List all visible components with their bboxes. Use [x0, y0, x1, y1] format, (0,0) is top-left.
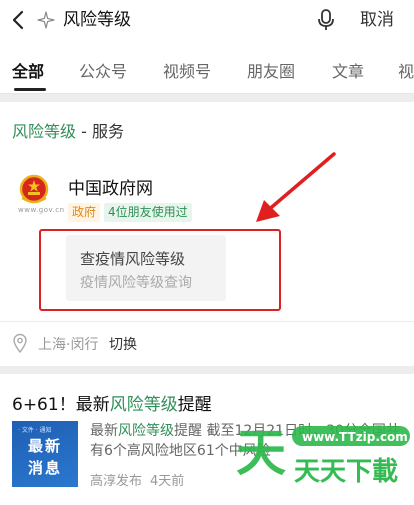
sparkle-icon: [37, 11, 55, 29]
news-time: 4天前: [150, 474, 185, 489]
news-meta: 高淳发布 4天前: [90, 470, 192, 489]
tab-all[interactable]: 全部: [12, 58, 44, 82]
search-input[interactable]: 风险等级: [63, 9, 131, 31]
emblem-caption: www.gov.cn: [18, 206, 65, 214]
thumbnail-text: 最新 消息: [12, 435, 78, 479]
divider: [0, 321, 414, 322]
cancel-button[interactable]: 取消: [360, 9, 394, 31]
news-result[interactable]: 6+61！最新风险等级提醒 · 文件 · 通知 最新消息 最新风险等级提醒 截至…: [0, 374, 414, 505]
news-title-suffix: 提醒: [177, 395, 212, 415]
tab-moments[interactable]: 朋友圈: [247, 58, 295, 82]
microphone-icon[interactable]: [317, 9, 335, 31]
section-title-rest: - 服务: [76, 122, 124, 141]
news-snippet-highlight: 风险等级: [118, 423, 174, 439]
annotation-highlight-box: [39, 229, 281, 311]
thumbnail-line-2: 消息: [27, 459, 62, 477]
news-title-prefix: 6+61！最新: [12, 395, 110, 415]
switch-location-link[interactable]: 切换: [109, 334, 137, 354]
section-title-highlight: 风险等级: [12, 122, 77, 141]
location-text: 上海·闵行: [38, 337, 99, 353]
org-name[interactable]: 中国政府网: [68, 174, 153, 199]
back-icon[interactable]: [8, 9, 30, 31]
news-thumbnail: · 文件 · 通知 最新消息: [12, 421, 78, 487]
tab-videos-partial[interactable]: 视: [398, 58, 414, 82]
location-pin-icon: [13, 333, 27, 353]
filter-tabs: 全部 公众号 视频号 朋友圈 文章 视: [0, 42, 414, 94]
tab-channels[interactable]: 视频号: [163, 58, 211, 82]
news-snippet-prefix: 最新: [90, 423, 118, 439]
news-snippet: 最新风险等级提醒 截至12月21日时，30分全国共有6个高风险地区61个中风险: [90, 421, 408, 461]
search-bar: 风险等级 取消: [0, 0, 414, 42]
thumbnail-caption: · 文件 · 通知: [18, 427, 52, 434]
tag-friends-used: 4位朋友使用过: [104, 203, 192, 222]
tab-official-accounts[interactable]: 公众号: [79, 58, 127, 82]
service-card: 风险等级 - 服务 www.gov.cn 中国政府网 政府 4位朋友使用过 查疫…: [0, 102, 414, 366]
tab-articles[interactable]: 文章: [332, 58, 364, 82]
news-source: 高淳发布: [90, 474, 143, 489]
thumbnail-line-1: 最新: [27, 437, 62, 455]
active-tab-indicator: [14, 88, 46, 91]
news-title-highlight: 风险等级: [109, 395, 178, 415]
tag-government: 政府: [68, 203, 101, 222]
section-title: 风险等级 - 服务: [12, 118, 124, 142]
news-title: 6+61！最新风险等级提醒: [12, 390, 212, 415]
